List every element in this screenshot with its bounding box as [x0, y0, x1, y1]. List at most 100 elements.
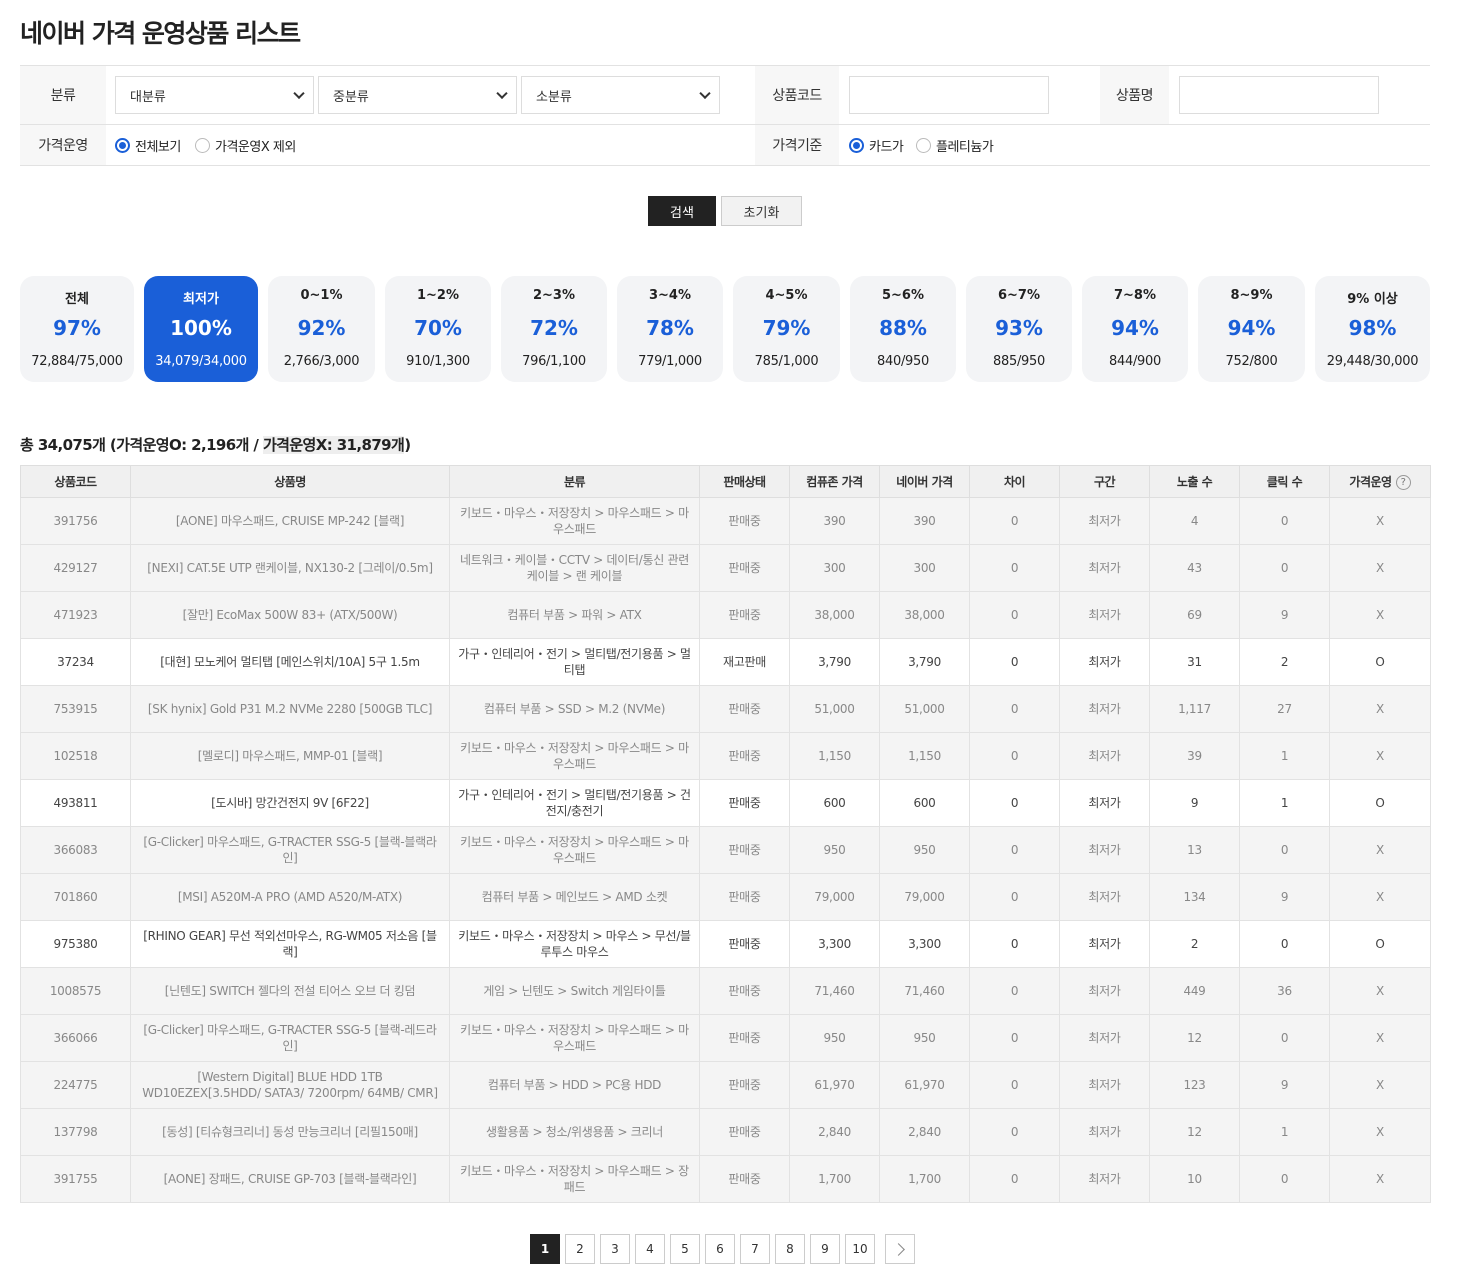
card-title: 2~3%: [532, 288, 575, 303]
cell-naver-price: 950: [879, 826, 970, 874]
cell-category: 네트워크・케이블・CCTV > 데이터/통신 관련 케이블 > 랜 케이블: [449, 544, 700, 592]
cell-category: 가구・인테리어・전기 > 멀티탭/전기용품 > 멀티탭: [449, 638, 700, 686]
page-button-10[interactable]: 10: [845, 1234, 875, 1264]
col-header[interactable]: 구간: [1059, 465, 1150, 498]
cell-range: 최저가: [1059, 967, 1150, 1015]
table-row[interactable]: 975380 [RHINO GEAR] 무선 적외선마우스, RG-WM05 저소…: [20, 920, 1431, 968]
cell-clicks: 36: [1239, 967, 1330, 1015]
table-row[interactable]: 701860 [MSI] A520M-A PRO (AMD A520/M-ATX)…: [20, 873, 1431, 921]
cell-clicks: 0: [1239, 1014, 1330, 1062]
category-medium-select[interactable]: 중분류: [318, 76, 517, 114]
card-title: 0~1%: [300, 288, 343, 303]
cell-price-op: X: [1329, 1014, 1431, 1062]
table-row[interactable]: 102518 [멜로디] 마우스패드, MMP-01 [블랙] 키보드・마우스・저장…: [20, 732, 1431, 780]
cell-compuzone-price: 2,840: [789, 1108, 880, 1156]
cell-impressions: 1,117: [1149, 685, 1240, 733]
cell-clicks: 9: [1239, 591, 1330, 639]
card-title: 최저가: [183, 292, 219, 307]
reset-button[interactable]: 초기화: [721, 196, 802, 226]
col-header[interactable]: 노출 수: [1149, 465, 1240, 498]
card-percent: 97%: [53, 316, 101, 340]
help-icon[interactable]: ?: [1395, 475, 1411, 490]
cell-product-name: [동성] [티슈형크리너] 동성 만능크리너 [리필150매]: [130, 1108, 450, 1156]
category-large-select[interactable]: 대분류: [115, 76, 314, 114]
range-card-2-3[interactable]: 2~3% 72% 796/1,100: [501, 276, 607, 382]
radio-platinum-price[interactable]: 플레티늄가: [916, 125, 994, 165]
page-button-1[interactable]: 1: [530, 1234, 560, 1264]
page-button-3[interactable]: 3: [600, 1234, 630, 1264]
table-row[interactable]: 429127 [NEXI] CAT.5E UTP 랜케이블, NX130-2 [그…: [20, 544, 1431, 592]
page-button-5[interactable]: 5: [670, 1234, 700, 1264]
table-row[interactable]: 137798 [동성] [티슈형크리너] 동성 만능크리너 [리필150매] 생활용…: [20, 1108, 1431, 1156]
table-row[interactable]: 37234 [대현] 모노케어 멀티탭 [메인스위치/10A] 5구 1.5m 가구…: [20, 638, 1431, 686]
cell-compuzone-price: 950: [789, 826, 880, 874]
cell-sale-status: 판매중: [699, 779, 790, 827]
table-row[interactable]: 493811 [도시바] 망간건전지 9V [6F22] 가구・인테리어・전기 > …: [20, 779, 1431, 827]
category-small-select[interactable]: 소분류: [521, 76, 720, 114]
table-row[interactable]: 366066 [G-Clicker] 마우스패드, G-TRACTER SSG-5…: [20, 1014, 1431, 1062]
range-card-9-plus[interactable]: 9% 이상 98% 29,448/30,000: [1315, 276, 1430, 382]
page-button-4[interactable]: 4: [635, 1234, 665, 1264]
card-percent: 92%: [297, 316, 346, 340]
page-button-8[interactable]: 8: [775, 1234, 805, 1264]
product-code-label: 상품코드: [755, 66, 839, 124]
page-button-7[interactable]: 7: [740, 1234, 770, 1264]
col-header[interactable]: 상품명: [130, 465, 450, 498]
col-header[interactable]: 판매상태: [699, 465, 790, 498]
cell-product-code: 37234: [20, 638, 131, 686]
radio-show-all[interactable]: 전체보기: [115, 125, 181, 165]
cell-sale-status: 판매중: [699, 873, 790, 921]
range-card-8-9[interactable]: 8~9% 94% 752/800: [1198, 276, 1305, 382]
product-code-input[interactable]: [849, 76, 1049, 114]
radio-card-price[interactable]: 카드가: [849, 125, 904, 165]
cell-naver-price: 51,000: [879, 685, 970, 733]
col-header[interactable]: 차이: [969, 465, 1060, 498]
radio-exclude-x[interactable]: 가격운영X 제외: [195, 125, 296, 165]
cell-category: 키보드・마우스・저장장치 > 마우스 > 무선/블루투스 마우스: [449, 920, 700, 968]
col-header[interactable]: 컴퓨존 가격: [789, 465, 880, 498]
col-header[interactable]: 클릭 수: [1239, 465, 1330, 498]
table-row[interactable]: 753915 [SK hynix] Gold P31 M.2 NVMe 2280 …: [20, 685, 1431, 733]
summary-prefix: 총 34,075개 (가격운영O: 2,196개 /: [20, 436, 263, 454]
range-card-4-5[interactable]: 4~5% 79% 785/1,000: [733, 276, 840, 382]
col-header[interactable]: 분류: [449, 465, 700, 498]
cell-category: 키보드・마우스・저장장치 > 마우스패드 > 마우스패드: [449, 732, 700, 780]
search-button[interactable]: 검색: [648, 196, 716, 226]
range-card-all[interactable]: 전체 97% 72,884/75,000: [20, 276, 134, 382]
chevron-down-icon: [293, 87, 305, 100]
table-row[interactable]: 1008575 [닌텐도] SWITCH 젤다의 전설 티어스 오브 더 킹덤 게임…: [20, 967, 1431, 1015]
table-row[interactable]: 224775 [Western Digital] BLUE HDD 1TB WD1…: [20, 1061, 1431, 1109]
table-row[interactable]: 471923 [잘만] EcoMax 500W 83+ (ATX/500W) 컴퓨터…: [20, 591, 1431, 639]
next-page-button[interactable]: [885, 1234, 915, 1264]
range-card-6-7[interactable]: 6~7% 93% 885/950: [966, 276, 1072, 382]
cell-clicks: 27: [1239, 685, 1330, 733]
card-title: 9% 이상: [1347, 292, 1398, 307]
range-card-3-4[interactable]: 3~4% 78% 779/1,000: [617, 276, 723, 382]
table-row[interactable]: 391755 [AONE] 장패드, CRUISE GP-703 [블랙-블랙라인…: [20, 1155, 1431, 1203]
col-header[interactable]: 네이버 가격: [879, 465, 970, 498]
cell-price-op: O: [1329, 638, 1431, 686]
range-card-1-2[interactable]: 1~2% 70% 910/1,300: [385, 276, 491, 382]
cell-sale-status: 판매중: [699, 497, 790, 545]
table-row[interactable]: 366083 [G-Clicker] 마우스패드, G-TRACTER SSG-5…: [20, 826, 1431, 874]
card-percent: 100%: [170, 316, 232, 340]
range-card-7-8[interactable]: 7~8% 94% 844/900: [1082, 276, 1188, 382]
cell-product-name: [MSI] A520M-A PRO (AMD A520/M-ATX): [130, 873, 450, 921]
col-header[interactable]: 상품코드: [20, 465, 131, 498]
cell-category: 키보드・마우스・저장장치 > 마우스패드 > 장패드: [449, 1155, 700, 1203]
page-button-2[interactable]: 2: [565, 1234, 595, 1264]
card-title: 5~6%: [881, 288, 924, 303]
page-button-6[interactable]: 6: [705, 1234, 735, 1264]
cell-product-name: [NEXI] CAT.5E UTP 랜케이블, NX130-2 [그레이/0.5…: [130, 544, 450, 592]
range-card-0-1[interactable]: 0~1% 92% 2,766/3,000: [268, 276, 375, 382]
price-range-cards: 전체 97% 72,884/75,000 최저가 100% 34,079/34,…: [20, 276, 1430, 382]
table-row[interactable]: 391756 [AONE] 마우스패드, CRUISE MP-242 [블랙] 키보…: [20, 497, 1431, 545]
col-header-price-op[interactable]: 가격운영?: [1329, 465, 1431, 498]
cell-impressions: 12: [1149, 1014, 1240, 1062]
range-card-5-6[interactable]: 5~6% 88% 840/950: [850, 276, 956, 382]
range-card-lowest[interactable]: 최저가 100% 34,079/34,000: [144, 276, 258, 382]
page-button-9[interactable]: 9: [810, 1234, 840, 1264]
cell-diff: 0: [969, 967, 1060, 1015]
cell-range: 최저가: [1059, 732, 1150, 780]
product-name-input[interactable]: [1179, 76, 1379, 114]
